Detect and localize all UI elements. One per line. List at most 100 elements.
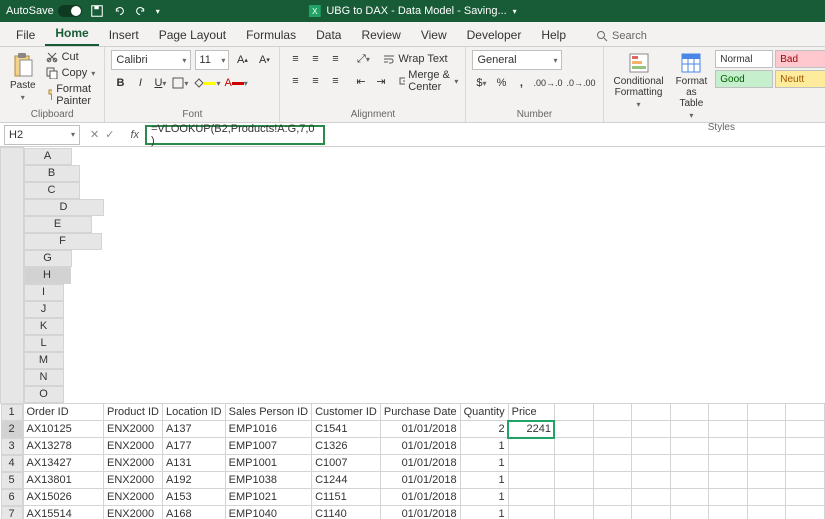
enter-formula-icon[interactable]: ✓: [105, 128, 114, 141]
row-header-1[interactable]: 1: [1, 404, 23, 421]
cell-D6[interactable]: EMP1021: [225, 489, 311, 506]
cell-C3[interactable]: A177: [162, 438, 225, 455]
cell-E1[interactable]: Customer ID: [312, 403, 381, 421]
cell-G6[interactable]: 1: [460, 489, 508, 506]
cell-G2[interactable]: 2: [460, 421, 508, 438]
cell-E7[interactable]: C1140: [312, 506, 381, 519]
cell-H4[interactable]: [508, 455, 554, 472]
cell-D5[interactable]: EMP1038: [225, 472, 311, 489]
cell-C7[interactable]: A168: [162, 506, 225, 519]
cell-J6[interactable]: [593, 489, 632, 506]
cell-I2[interactable]: [554, 421, 593, 438]
align-bottom-button[interactable]: ≡: [326, 50, 344, 68]
cell-L5[interactable]: [670, 472, 709, 489]
cell-D3[interactable]: EMP1007: [225, 438, 311, 455]
qat-dropdown-icon[interactable]: ▾: [156, 7, 160, 16]
column-header-G[interactable]: G: [24, 250, 72, 267]
increase-indent-button[interactable]: ⇥: [372, 72, 390, 90]
cell-E6[interactable]: C1151: [312, 489, 381, 506]
cell-H5[interactable]: [508, 472, 554, 489]
cell-D4[interactable]: EMP1001: [225, 455, 311, 472]
cell-N1[interactable]: [747, 403, 786, 421]
cell-H7[interactable]: [508, 506, 554, 519]
cell-M2[interactable]: [709, 421, 748, 438]
column-header-F[interactable]: F: [24, 233, 102, 250]
cell-N6[interactable]: [747, 489, 786, 506]
cell-C6[interactable]: A153: [162, 489, 225, 506]
cell-N7[interactable]: [747, 506, 786, 519]
align-center-button[interactable]: ≡: [306, 72, 324, 90]
tab-home[interactable]: Home: [45, 22, 98, 46]
cell-style-normal[interactable]: Normal: [715, 50, 773, 68]
cell-J2[interactable]: [593, 421, 632, 438]
column-header-B[interactable]: B: [24, 165, 80, 182]
cell-C5[interactable]: A192: [162, 472, 225, 489]
cell-M4[interactable]: [709, 455, 748, 472]
cell-D7[interactable]: EMP1040: [225, 506, 311, 519]
cell-M1[interactable]: [709, 403, 748, 421]
select-all-corner[interactable]: [1, 148, 24, 404]
spreadsheet-grid[interactable]: ABCDEFGHIJKLMNO1Order IDProduct IDLocati…: [0, 147, 825, 519]
italic-button[interactable]: I: [131, 74, 149, 92]
tab-data[interactable]: Data: [306, 24, 351, 46]
cell-C1[interactable]: Location ID: [162, 403, 225, 421]
align-right-button[interactable]: ≡: [326, 72, 344, 90]
cell-H3[interactable]: [508, 438, 554, 455]
cell-A1[interactable]: Order ID: [23, 403, 104, 421]
cell-G4[interactable]: 1: [460, 455, 508, 472]
cell-L6[interactable]: [670, 489, 709, 506]
cell-K7[interactable]: [632, 506, 671, 519]
cell-B6[interactable]: ENX2000: [104, 489, 163, 506]
cell-M5[interactable]: [709, 472, 748, 489]
cell-O6[interactable]: [786, 489, 825, 506]
cell-B3[interactable]: ENX2000: [104, 438, 163, 455]
cell-F3[interactable]: 01/01/2018: [380, 438, 460, 455]
row-header-3[interactable]: 3: [1, 438, 23, 455]
row-header-7[interactable]: 7: [1, 506, 23, 519]
increase-font-button[interactable]: A▴: [233, 51, 251, 69]
column-header-L[interactable]: L: [24, 335, 64, 352]
column-header-M[interactable]: M: [24, 352, 64, 369]
cell-F1[interactable]: Purchase Date: [380, 403, 460, 421]
cell-F4[interactable]: 01/01/2018: [380, 455, 460, 472]
cell-G7[interactable]: 1: [460, 506, 508, 519]
cell-F5[interactable]: 01/01/2018: [380, 472, 460, 489]
percent-format-button[interactable]: %: [492, 74, 510, 92]
cell-O4[interactable]: [786, 455, 825, 472]
cell-style-bad[interactable]: Bad: [775, 50, 825, 68]
row-header-4[interactable]: 4: [1, 455, 23, 472]
tab-file[interactable]: File: [6, 24, 45, 46]
name-box[interactable]: H2▾: [4, 125, 80, 145]
cell-L1[interactable]: [670, 403, 709, 421]
cell-style-good[interactable]: Good: [715, 70, 773, 88]
cell-F2[interactable]: 01/01/2018: [380, 421, 460, 438]
cell-A2[interactable]: AX10125: [23, 421, 104, 438]
cell-style-neutral[interactable]: Neutt: [775, 70, 825, 88]
cell-L7[interactable]: [670, 506, 709, 519]
increase-decimal-button[interactable]: .00→.0: [532, 74, 563, 92]
cell-J7[interactable]: [593, 506, 632, 519]
cell-G5[interactable]: 1: [460, 472, 508, 489]
cell-O7[interactable]: [786, 506, 825, 519]
tab-developer[interactable]: Developer: [457, 24, 532, 46]
save-icon[interactable]: [90, 4, 104, 18]
cell-I6[interactable]: [554, 489, 593, 506]
tab-formulas[interactable]: Formulas: [236, 24, 306, 46]
cut-button[interactable]: Cut: [44, 50, 99, 64]
tab-view[interactable]: View: [411, 24, 457, 46]
cell-D2[interactable]: EMP1016: [225, 421, 311, 438]
cell-A4[interactable]: AX13427: [23, 455, 104, 472]
cell-C2[interactable]: A137: [162, 421, 225, 438]
align-middle-button[interactable]: ≡: [306, 50, 324, 68]
cell-O5[interactable]: [786, 472, 825, 489]
cell-B4[interactable]: ENX2000: [104, 455, 163, 472]
row-header-5[interactable]: 5: [1, 472, 23, 489]
cell-O2[interactable]: [786, 421, 825, 438]
cell-D1[interactable]: Sales Person ID: [225, 403, 311, 421]
cell-J5[interactable]: [593, 472, 632, 489]
cell-B2[interactable]: ENX2000: [104, 421, 163, 438]
cell-K4[interactable]: [632, 455, 671, 472]
cell-I4[interactable]: [554, 455, 593, 472]
tab-insert[interactable]: Insert: [99, 24, 149, 46]
column-header-O[interactable]: O: [24, 386, 64, 403]
